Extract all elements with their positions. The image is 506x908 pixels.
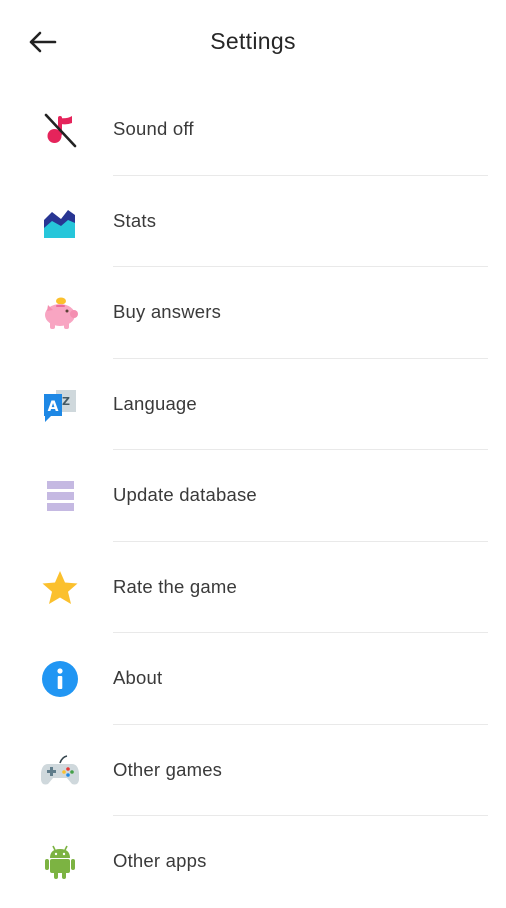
page-title: Settings: [210, 28, 296, 54]
update-database-item[interactable]: Update database: [0, 450, 506, 542]
language-label: Language: [113, 392, 197, 414]
translate-icon: Z A: [40, 385, 80, 425]
sound-off-label: Sound off: [113, 118, 194, 139]
other-games-label: Other games: [113, 758, 223, 780]
buy-answers-item[interactable]: Buy answers: [0, 267, 506, 359]
other-games-item[interactable]: Other games: [0, 725, 506, 816]
sound-off-item[interactable]: Sound off: [0, 84, 506, 176]
rate-the-game-label: Rate the game: [113, 575, 237, 597]
sound-off-icon: [40, 110, 80, 150]
database-icon: [40, 476, 80, 516]
app-header: Settings: [0, 0, 506, 86]
language-item[interactable]: Z A Language: [0, 359, 506, 450]
piggy-bank-icon: [40, 293, 80, 333]
stats-label: Stats: [113, 209, 157, 231]
svg-text:A: A: [48, 399, 59, 415]
other-apps-label: Other apps: [113, 850, 207, 871]
about-label: About: [113, 667, 163, 688]
settings-list: Sound off Stats Buy answers Z A Language…: [0, 84, 506, 908]
rate-the-game-item[interactable]: Rate the game: [0, 542, 506, 633]
svg-text:Z: Z: [62, 395, 70, 408]
info-icon: [40, 659, 80, 699]
android-icon: [40, 842, 80, 882]
gamepad-icon: [40, 751, 80, 791]
update-database-label: Update database: [113, 484, 257, 505]
about-item[interactable]: About: [0, 633, 506, 725]
stats-item[interactable]: Stats: [0, 176, 506, 267]
stats-icon: [40, 202, 80, 242]
other-apps-item[interactable]: Other apps: [0, 816, 506, 908]
buy-answers-label: Buy answers: [113, 301, 222, 322]
star-icon: [40, 568, 80, 608]
